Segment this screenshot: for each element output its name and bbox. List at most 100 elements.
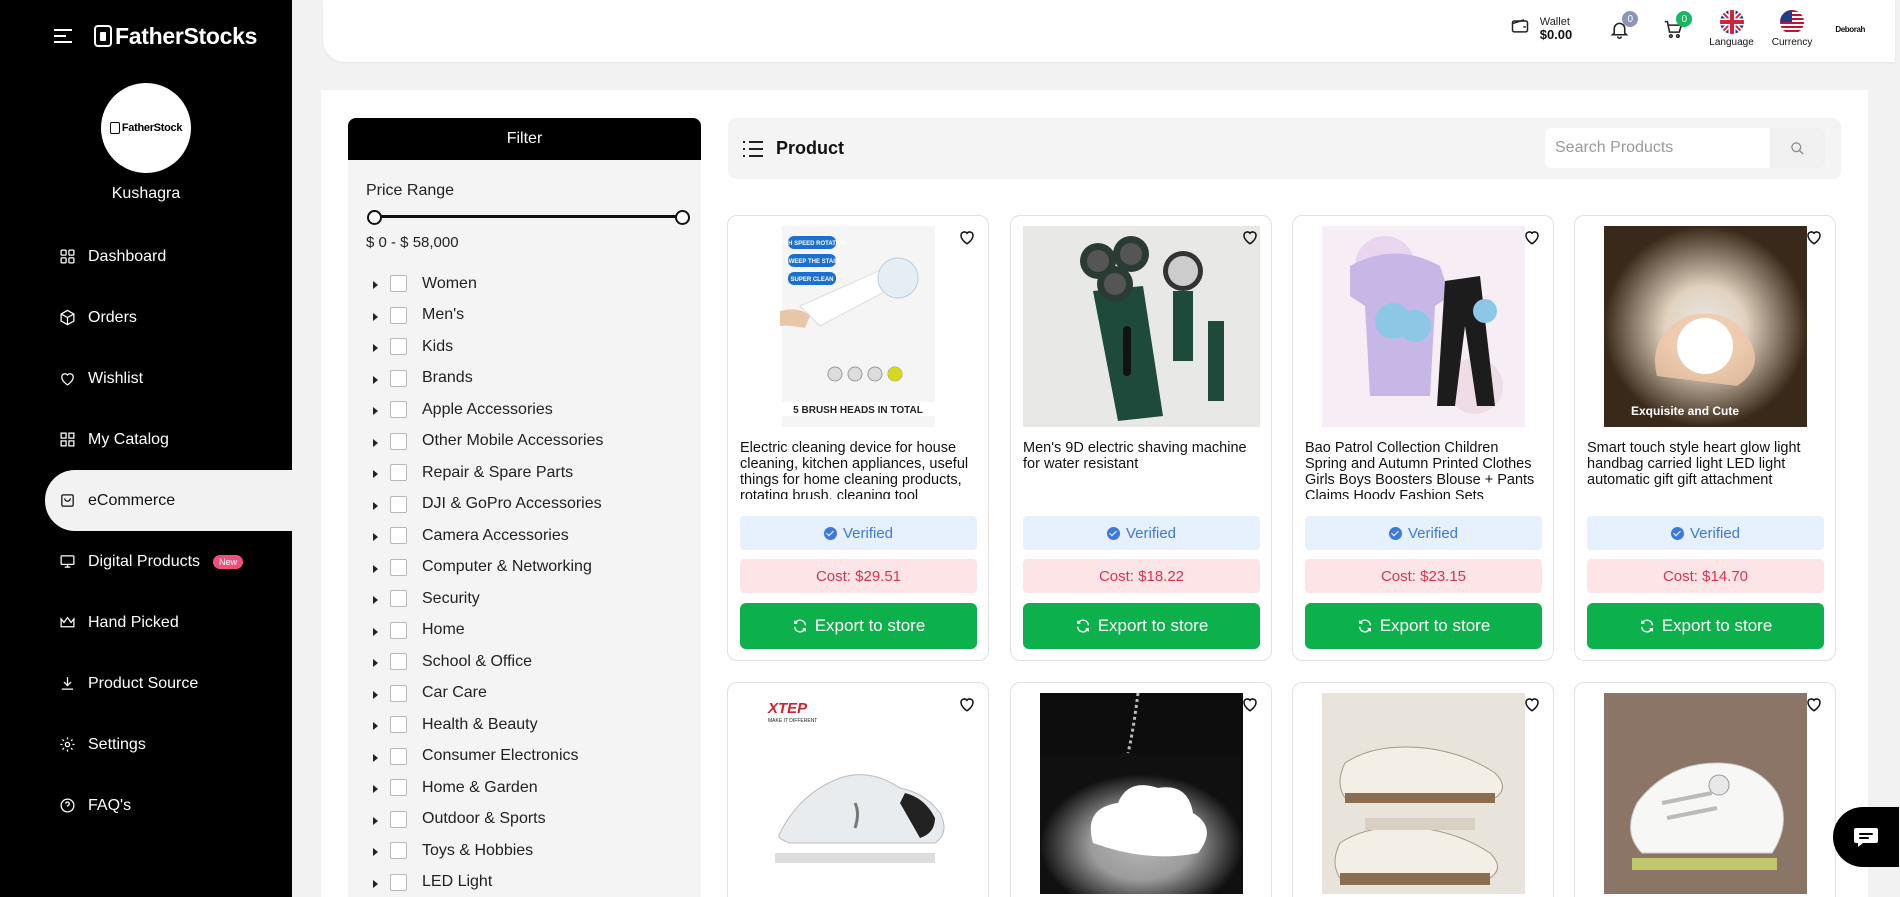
category-checkbox[interactable] xyxy=(390,747,407,765)
header-user-name[interactable]: Deborah xyxy=(1835,25,1865,34)
export-to-store-button[interactable]: Export to store xyxy=(1305,603,1542,649)
category-checkbox[interactable] xyxy=(390,401,407,419)
notifications-button[interactable]: 0 xyxy=(1606,11,1639,42)
category-checkbox[interactable] xyxy=(390,369,407,387)
export-to-store-button[interactable]: Export to store xyxy=(1587,603,1824,649)
search-button[interactable] xyxy=(1770,128,1825,168)
category-label[interactable]: School & Office xyxy=(422,653,532,671)
product-image[interactable]: Exquisite and Cute xyxy=(1587,226,1824,427)
wishlist-heart-icon[interactable] xyxy=(1241,228,1259,246)
category-label[interactable]: Computer & Networking xyxy=(422,558,592,576)
slider-max-handle[interactable] xyxy=(675,210,690,225)
category-checkbox[interactable] xyxy=(390,338,407,356)
expand-arrow-icon[interactable] xyxy=(373,690,378,699)
expand-arrow-icon[interactable] xyxy=(373,407,378,416)
expand-arrow-icon[interactable] xyxy=(373,785,378,794)
brand-logo[interactable]: FatherStocks xyxy=(94,23,257,50)
product-card[interactable] xyxy=(1010,682,1272,897)
product-title[interactable]: Smart touch style heart glow light handb… xyxy=(1587,441,1824,499)
category-checkbox[interactable] xyxy=(390,306,407,324)
expand-arrow-icon[interactable] xyxy=(373,312,378,321)
product-image[interactable] xyxy=(1023,226,1260,427)
expand-arrow-icon[interactable] xyxy=(373,564,378,573)
product-card[interactable]: Men's 9D electric shaving machine for wa… xyxy=(1010,215,1272,661)
category-checkbox[interactable] xyxy=(390,558,407,576)
live-chat-button[interactable] xyxy=(1833,807,1899,867)
category-checkbox[interactable] xyxy=(390,527,407,545)
wishlist-heart-icon[interactable] xyxy=(958,695,976,713)
product-image[interactable] xyxy=(1023,693,1260,894)
category-label[interactable]: Home xyxy=(422,621,465,639)
product-image[interactable] xyxy=(1587,693,1824,894)
category-checkbox[interactable] xyxy=(390,842,407,860)
category-checkbox[interactable] xyxy=(390,810,407,828)
expand-arrow-icon[interactable] xyxy=(373,596,378,605)
category-checkbox[interactable] xyxy=(390,590,407,608)
category-label[interactable]: Car Care xyxy=(422,684,487,702)
category-label[interactable]: Security xyxy=(422,590,480,608)
category-checkbox[interactable] xyxy=(390,873,407,891)
hamburger-menu-icon[interactable] xyxy=(54,29,72,43)
product-card[interactable]: XTEP MAKE IT DIFFERENT xyxy=(727,682,989,897)
sidebar-item-faqs[interactable]: FAQ's xyxy=(0,775,292,836)
category-checkbox[interactable] xyxy=(390,653,407,671)
export-to-store-button[interactable]: Export to store xyxy=(1023,603,1260,649)
product-image[interactable]: XTEP MAKE IT DIFFERENT xyxy=(740,693,977,894)
product-image[interactable] xyxy=(1305,226,1542,427)
sidebar-item-digital-products[interactable]: Digital Products New xyxy=(0,531,292,592)
product-card[interactable]: Bao Patrol Collection Children Spring an… xyxy=(1292,215,1554,661)
category-checkbox[interactable] xyxy=(390,716,407,734)
sidebar-item-orders[interactable]: Orders xyxy=(0,287,292,348)
category-checkbox[interactable] xyxy=(390,684,407,702)
price-range-slider[interactable] xyxy=(367,210,690,225)
expand-arrow-icon[interactable] xyxy=(373,848,378,857)
category-label[interactable]: LED Light xyxy=(422,873,492,891)
sidebar-item-dashboard[interactable]: Dashboard xyxy=(0,226,292,287)
category-label[interactable]: Repair & Spare Parts xyxy=(422,464,573,482)
product-title[interactable]: Men's 9D electric shaving machine for wa… xyxy=(1023,441,1260,499)
sidebar-item-hand-picked[interactable]: Hand Picked xyxy=(0,592,292,653)
wishlist-heart-icon[interactable] xyxy=(1805,228,1823,246)
category-label[interactable]: Men's xyxy=(422,306,464,324)
expand-arrow-icon[interactable] xyxy=(373,344,378,353)
avatar[interactable]: FatherStock xyxy=(101,83,191,173)
expand-arrow-icon[interactable] xyxy=(373,501,378,510)
cart-button[interactable]: 0 xyxy=(1660,11,1693,42)
expand-arrow-icon[interactable] xyxy=(373,659,378,668)
search-input[interactable] xyxy=(1545,128,1770,168)
category-label[interactable]: Health & Beauty xyxy=(422,716,538,734)
sidebar-item-my-catalog[interactable]: My Catalog xyxy=(0,409,292,470)
sidebar-item-wishlist[interactable]: Wishlist xyxy=(0,348,292,409)
product-image[interactable]: HIGH SPEED ROTATION SWEEP THE STAIN SUPE… xyxy=(740,226,977,427)
wishlist-heart-icon[interactable] xyxy=(1523,695,1541,713)
wallet[interactable]: Wallet $0.00 xyxy=(1510,16,1572,42)
category-label[interactable]: Apple Accessories xyxy=(422,401,553,419)
category-checkbox[interactable] xyxy=(390,464,407,482)
wishlist-heart-icon[interactable] xyxy=(1805,695,1823,713)
expand-arrow-icon[interactable] xyxy=(373,281,378,290)
product-card[interactable] xyxy=(1292,682,1554,897)
product-card[interactable]: HIGH SPEED ROTATION SWEEP THE STAIN SUPE… xyxy=(727,215,989,661)
currency-selector[interactable]: Currency xyxy=(1772,10,1812,48)
expand-arrow-icon[interactable] xyxy=(373,375,378,384)
category-label[interactable]: Kids xyxy=(422,338,453,356)
expand-arrow-icon[interactable] xyxy=(373,879,378,888)
wishlist-heart-icon[interactable] xyxy=(1241,695,1259,713)
sidebar-item-product-source[interactable]: Product Source xyxy=(0,653,292,714)
category-label[interactable]: Consumer Electronics xyxy=(422,747,579,765)
sidebar-item-ecommerce[interactable]: eCommerce xyxy=(45,470,292,531)
expand-arrow-icon[interactable] xyxy=(373,438,378,447)
language-selector[interactable]: Language xyxy=(1709,10,1754,48)
category-checkbox[interactable] xyxy=(390,275,407,293)
product-card[interactable] xyxy=(1574,682,1836,897)
wishlist-heart-icon[interactable] xyxy=(958,228,976,246)
slider-min-handle[interactable] xyxy=(367,210,382,225)
expand-arrow-icon[interactable] xyxy=(373,470,378,479)
category-checkbox[interactable] xyxy=(390,432,407,450)
category-checkbox[interactable] xyxy=(390,621,407,639)
product-image[interactable] xyxy=(1305,693,1542,894)
category-label[interactable]: Women xyxy=(422,275,477,293)
expand-arrow-icon[interactable] xyxy=(373,627,378,636)
product-card[interactable]: Exquisite and Cute Smart touch style hea… xyxy=(1574,215,1836,661)
wishlist-heart-icon[interactable] xyxy=(1523,228,1541,246)
